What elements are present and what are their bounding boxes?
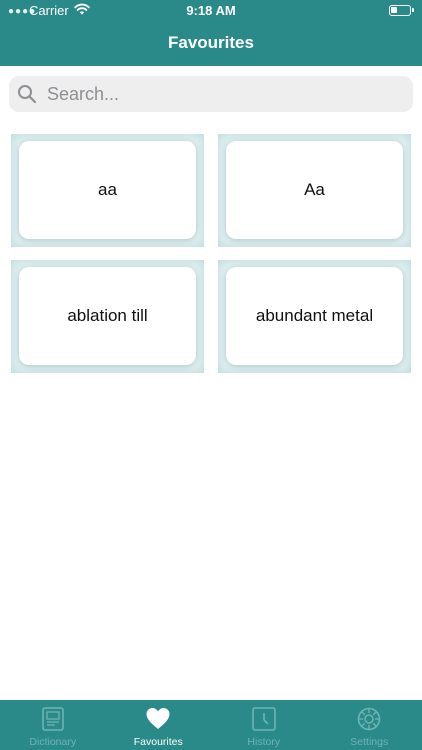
clock-icon	[251, 707, 276, 731]
search-icon	[18, 85, 37, 104]
page-title: Favourites	[168, 33, 254, 52]
card-tile: Aa	[218, 134, 411, 247]
tab-settings[interactable]: Settings	[317, 700, 422, 750]
card-label: abundant metal	[255, 306, 374, 325]
tab-bar: Dictionary Favourites History Settings	[0, 700, 422, 750]
status-bar: ●●●● Carrier 9:18 AM	[0, 0, 422, 22]
favourite-card[interactable]: ablation till	[19, 267, 196, 365]
tab-label: Favourites	[133, 736, 183, 748]
favourite-card[interactable]: aa	[19, 141, 196, 239]
card-tile: aa	[11, 134, 204, 247]
header: ●●●● Carrier 9:18 AM Favourites	[0, 0, 422, 66]
search-bar[interactable]	[9, 76, 413, 112]
status-time: 9:18 AM	[186, 3, 236, 18]
search-input[interactable]	[47, 80, 403, 108]
dictionary-icon	[41, 707, 64, 731]
favourite-card[interactable]: abundant metal	[226, 267, 403, 365]
heart-icon	[146, 708, 170, 729]
tab-label: Settings	[350, 736, 389, 748]
card-tile: abundant metal	[218, 260, 411, 373]
tab-dictionary[interactable]: Dictionary	[0, 700, 106, 750]
tab-history[interactable]: History	[211, 700, 317, 750]
tab-favourites[interactable]: Favourites	[106, 700, 212, 750]
battery-icon	[389, 5, 414, 16]
card-label: aa	[98, 180, 117, 199]
gear-icon	[357, 707, 381, 731]
card-tile: ablation till	[11, 260, 204, 373]
card-label: Aa	[304, 180, 325, 199]
card-label: ablation till	[67, 306, 148, 325]
favourite-card[interactable]: Aa	[226, 141, 403, 239]
tab-label: Dictionary	[29, 736, 77, 748]
app-screen: ●●●● Carrier 9:18 AM Favourites aa	[0, 0, 422, 750]
tab-label: History	[247, 736, 281, 748]
